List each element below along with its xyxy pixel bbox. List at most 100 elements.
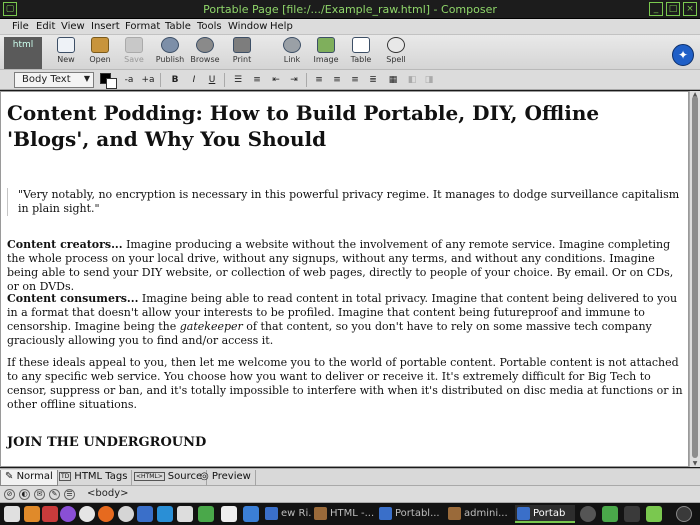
menu-edit[interactable]: Edit [36, 21, 55, 32]
printer-icon [233, 37, 251, 53]
align-justify-icon[interactable]: ≣ [366, 73, 380, 87]
paragraph-ideals: If these ideals appeal to you, then let … [7, 356, 683, 411]
save-button[interactable]: Save [114, 36, 154, 69]
scrollbar-thumb[interactable] [692, 96, 698, 458]
tab-html-tags[interactable]: TD HTML Tags [55, 470, 133, 486]
battery-tray-icon[interactable] [646, 506, 662, 522]
window-titlebar[interactable]: ▢ Portable Page [file:/.../Example_raw.h… [0, 0, 700, 19]
outdent-icon[interactable]: ⇤ [269, 73, 283, 87]
sync-tray-icon[interactable] [624, 506, 640, 522]
task-window-5[interactable]: Portab [515, 505, 575, 523]
offline-icon[interactable]: ⊘ [4, 489, 15, 500]
image-button[interactable]: Image [306, 36, 346, 69]
align-center-icon[interactable]: ≡ [330, 73, 344, 87]
task-window-1[interactable]: ew Ri... [263, 505, 311, 523]
menu-tools[interactable]: Tools [197, 21, 222, 32]
browser-icon[interactable] [157, 506, 173, 522]
throbber-logo-icon[interactable]: ✦ [672, 44, 694, 66]
separator [224, 73, 225, 87]
align-right-icon[interactable]: ≡ [348, 73, 362, 87]
window-title: Portable Page [file:/.../Example_raw.htm… [203, 3, 497, 16]
tag-path[interactable]: <body> [87, 488, 129, 499]
format-toolbar: Body Text ▼ -a +a B I U ☰ ≡ ⇤ ⇥ ≡ ≡ ≡ ≣ … [0, 70, 700, 90]
menu-table[interactable]: Table [165, 21, 191, 32]
terminal-icon[interactable] [198, 506, 214, 522]
writer-icon[interactable] [243, 506, 259, 522]
blockquote: "Very notably, no encryption is necessar… [7, 188, 685, 216]
document-icon[interactable] [221, 506, 237, 522]
pencil-icon: ✎ [5, 471, 17, 482]
vertical-scrollbar[interactable]: ▲ ▼ [689, 91, 700, 467]
background-color-icon[interactable] [106, 78, 117, 89]
align-left-icon[interactable]: ≡ [312, 73, 326, 87]
save-icon [125, 37, 143, 53]
update-tray-icon[interactable] [580, 506, 596, 522]
underline-button[interactable]: U [205, 73, 219, 87]
minimize-icon[interactable]: _ [649, 2, 663, 16]
tor-icon[interactable] [60, 506, 76, 522]
menu-help[interactable]: Help [270, 21, 293, 32]
tab-preview[interactable]: ◎ Preview [196, 470, 256, 486]
paragraph-style-select[interactable]: Body Text ▼ [14, 72, 94, 88]
insert-table-icon[interactable]: ▦ [386, 73, 400, 87]
paragraph-consumers: Content consumers... Imagine being able … [7, 292, 684, 348]
circle-app-icon[interactable] [118, 506, 134, 522]
layer-stack-icon[interactable]: ◨ [422, 73, 436, 87]
firefox-icon[interactable] [98, 506, 114, 522]
app-launcher-icon[interactable] [42, 506, 58, 522]
table-button[interactable]: Table [341, 36, 381, 69]
indent-icon[interactable]: ⇥ [287, 73, 301, 87]
scroll-down-icon[interactable]: ▼ [691, 460, 699, 467]
menu-window[interactable]: Window [228, 21, 267, 32]
gear-icon [196, 37, 214, 53]
tab-normal[interactable]: ✎ Normal [0, 470, 58, 486]
globe-icon [161, 37, 179, 53]
chromium-icon[interactable] [177, 506, 193, 522]
chevron-down-icon: ▼ [83, 74, 90, 83]
seamonkey-icon[interactable] [137, 506, 153, 522]
mail-icon[interactable]: ✉ [34, 489, 45, 500]
print-button[interactable]: Print [222, 36, 262, 69]
desktop-icon[interactable] [4, 506, 20, 522]
menu-format[interactable]: Format [125, 21, 160, 32]
composition-toolbar: html New Open Save Publish Browse Print … [0, 35, 700, 70]
task-window-2[interactable]: HTML -... [312, 505, 375, 523]
separator [306, 73, 307, 87]
addressbook-icon[interactable]: ☰ [64, 489, 75, 500]
spell-button[interactable]: Spell [376, 36, 416, 69]
maximize-icon[interactable]: □ [666, 2, 680, 16]
consumers-lead: Content consumers... [7, 292, 139, 305]
document-editor[interactable]: Content Podding: How to Build Portable, … [0, 91, 689, 467]
navigator-icon[interactable]: ◐ [19, 489, 30, 500]
menu-insert[interactable]: Insert [91, 21, 120, 32]
edit-mode-bar: ✎ Normal TD HTML Tags <HTML> Source ◎ Prev… [0, 468, 700, 486]
absolute-position-icon[interactable]: ◧ [405, 73, 419, 87]
italic-button[interactable]: I [187, 73, 201, 87]
composer-icon[interactable]: ✎ [49, 489, 60, 500]
task-window-3[interactable]: Portabl... [377, 505, 443, 523]
numbered-list-icon[interactable]: ≡ [250, 73, 264, 87]
browse-button[interactable]: Browse [185, 36, 225, 69]
folder-icon [91, 37, 109, 53]
close-icon[interactable]: × [683, 2, 697, 16]
bold-button[interactable]: B [168, 73, 182, 87]
menubar: File Edit View Insert Format Table Tools… [0, 19, 700, 35]
html-source-icon: <HTML> [134, 472, 165, 481]
window-icon [314, 507, 327, 520]
power-icon[interactable] [676, 506, 692, 522]
folder-icon[interactable] [24, 506, 40, 522]
menu-file[interactable]: File [12, 21, 29, 32]
publish-button[interactable]: Publish [150, 36, 190, 69]
task-window-4[interactable]: admini... [446, 505, 512, 523]
network-tray-icon[interactable] [602, 506, 618, 522]
bullet-list-icon[interactable]: ☰ [231, 73, 245, 87]
window-icon [265, 507, 278, 520]
decrease-font-size-button[interactable]: -a [122, 73, 136, 87]
separator [160, 73, 161, 87]
menu-view[interactable]: View [61, 21, 85, 32]
preview-icon: ◎ [200, 471, 212, 482]
html-logo-icon: html [4, 37, 42, 69]
increase-font-size-button[interactable]: +a [141, 73, 155, 87]
chrome-icon[interactable] [79, 506, 95, 522]
document-heading: Content Podding: How to Build Portable, … [7, 101, 600, 151]
